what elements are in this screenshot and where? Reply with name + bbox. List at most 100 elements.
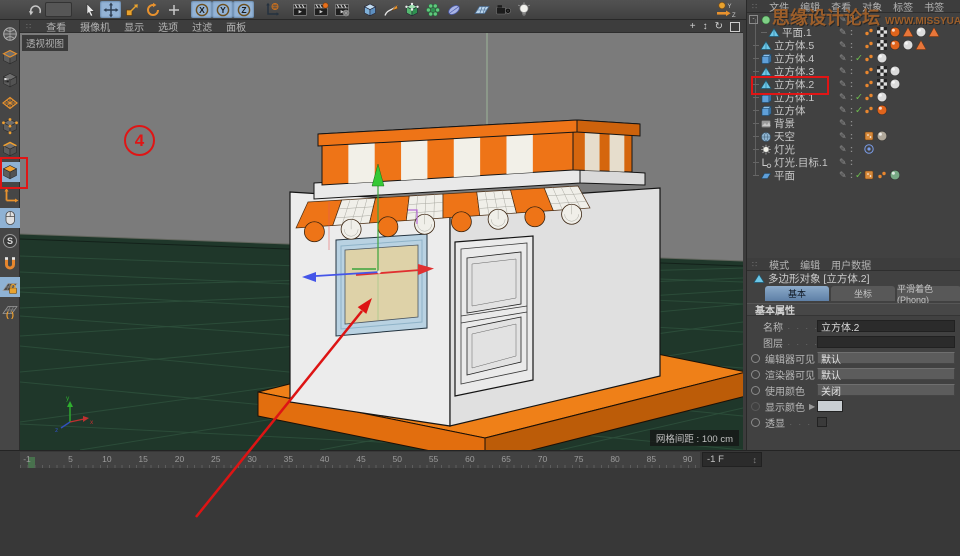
visibility-dots-icon[interactable]: :: [850, 13, 853, 26]
viewport[interactable]: xyz ∷ 查看 摄像机 显示 选项 过滤 面板 + ↕ ↻ 透视视图 网格间距 : 100 c…: [20, 20, 743, 450]
mode-axis-mode-button[interactable]: [0, 185, 20, 205]
visibility-dots-icon[interactable]: :: [850, 78, 853, 91]
tab-phong[interactable]: 平滑着色(Phong): [897, 284, 960, 305]
mode-lock-workplane-button[interactable]: [0, 277, 20, 297]
layer-pencil-icon[interactable]: ✎: [839, 104, 847, 117]
tag-checker-icon[interactable]: [876, 39, 888, 51]
layer-pencil-icon[interactable]: ✎: [839, 169, 847, 182]
expand-arrow-icon[interactable]: ▶: [809, 402, 815, 411]
tag-ball-icon[interactable]: [876, 52, 888, 64]
tag-ball-icon[interactable]: [889, 65, 901, 77]
layer-pencil-icon[interactable]: ✎: [839, 39, 847, 52]
toolbar-environment-button[interactable]: [471, 1, 492, 18]
timeline-end-spinner[interactable]: -1 F ↕: [702, 452, 762, 467]
tag-checker-icon[interactable]: [876, 78, 888, 90]
toolbar-undo-button[interactable]: [24, 1, 45, 18]
visibility-dots-icon[interactable]: :: [850, 117, 853, 130]
field-input[interactable]: [817, 336, 955, 348]
attribute-menu-item[interactable]: 用户数据: [831, 257, 871, 272]
tag-tri-icon[interactable]: [902, 26, 914, 38]
tag-ball-icon[interactable]: [876, 104, 888, 116]
animation-dot-icon[interactable]: [751, 417, 760, 427]
layer-pencil-icon[interactable]: ✎: [839, 26, 847, 39]
mode-magnet-button[interactable]: [0, 254, 20, 274]
mode-snap-button[interactable]: S: [0, 231, 20, 251]
toolbar-lock-z-button[interactable]: Z: [233, 1, 254, 18]
tag-dots-icon[interactable]: [863, 39, 875, 51]
viewport-menu-item[interactable]: 面板: [226, 20, 246, 34]
color-swatch[interactable]: [817, 400, 843, 412]
object-name[interactable]: 平面: [774, 168, 795, 183]
mode-quantize-button[interactable]: ( ): [0, 300, 20, 320]
tag-target-icon[interactable]: [863, 143, 875, 155]
field-input[interactable]: 立方体.2: [817, 320, 955, 334]
object-manager-menu-item[interactable]: 对象: [862, 0, 882, 14]
panel-grip-icon[interactable]: ∷: [752, 2, 758, 11]
visibility-dots-icon[interactable]: :: [850, 143, 853, 156]
viewport-3d-scene[interactable]: xyz: [20, 20, 743, 450]
toolbar-generators-button[interactable]: [401, 1, 422, 18]
toolbar-redo-button[interactable]: [45, 2, 72, 17]
zoom-view-icon[interactable]: ↕: [703, 21, 708, 32]
toolbar-deformers-button[interactable]: [443, 1, 464, 18]
tag-sq-icon[interactable]: [863, 130, 875, 142]
layer-pencil-icon[interactable]: ✎: [839, 91, 847, 104]
toolbar-coordinate-system-button[interactable]: [261, 1, 282, 18]
viewport-menu-item[interactable]: 查看: [46, 20, 66, 34]
expander-icon[interactable]: -: [749, 15, 758, 24]
tag-dots-icon[interactable]: [863, 104, 875, 116]
mode-make-editable-button[interactable]: [0, 24, 20, 44]
toolbar-primitive-cube-button[interactable]: [359, 1, 380, 18]
layer-pencil-icon[interactable]: ✎: [839, 117, 847, 130]
attribute-menu-item[interactable]: 模式: [769, 257, 789, 272]
toolbar-render-settings-button[interactable]: [331, 1, 352, 18]
enabled-check-icon[interactable]: ✓: [855, 52, 863, 65]
mode-model-mode-button[interactable]: [0, 47, 20, 67]
layer-pencil-icon[interactable]: ✎: [839, 13, 847, 26]
layer-pencil-icon[interactable]: ✎: [839, 65, 847, 78]
toolbar-lock-y-button[interactable]: Y: [212, 1, 233, 18]
panel-grip-icon[interactable]: ∷: [26, 22, 32, 31]
panel-grip-icon[interactable]: ∷: [752, 260, 758, 269]
tag-dots-icon[interactable]: [876, 169, 888, 181]
object-row[interactable]: - ✎:: [747, 13, 960, 26]
viewport-menu-item[interactable]: 显示: [124, 20, 144, 34]
tag-ball-icon[interactable]: [915, 26, 927, 38]
tab-basic[interactable]: 基本: [765, 286, 829, 301]
toolbar-camera-button[interactable]: [492, 1, 513, 18]
tag-ball-icon[interactable]: [889, 39, 901, 51]
object-manager-menu-item[interactable]: 文件: [769, 0, 789, 14]
toolbar-last-tool-button[interactable]: [163, 1, 184, 18]
visibility-dots-icon[interactable]: :: [850, 104, 853, 117]
visibility-dots-icon[interactable]: :: [850, 169, 853, 182]
visibility-dots-icon[interactable]: :: [850, 39, 853, 52]
field-dropdown[interactable]: 默认: [817, 368, 955, 382]
animation-dot-icon[interactable]: [751, 401, 760, 411]
tag-ball-icon[interactable]: [889, 78, 901, 90]
visibility-dots-icon[interactable]: :: [850, 91, 853, 104]
visibility-dots-icon[interactable]: :: [850, 52, 853, 65]
toolbar-render-view-button[interactable]: [289, 1, 310, 18]
toolbar-selection-button[interactable]: [79, 1, 100, 18]
layer-pencil-icon[interactable]: ✎: [839, 130, 847, 143]
viewport-menu-item[interactable]: 摄像机: [80, 20, 110, 34]
tag-ball-icon[interactable]: [902, 39, 914, 51]
animation-dot-icon[interactable]: [751, 353, 760, 363]
field-dropdown[interactable]: 关闭: [817, 384, 955, 398]
toolbar-modeling-button[interactable]: [422, 1, 443, 18]
tag-ball-icon[interactable]: [876, 91, 888, 103]
visibility-dots-icon[interactable]: :: [850, 156, 853, 169]
tag-dots-icon[interactable]: [863, 52, 875, 64]
layer-pencil-icon[interactable]: ✎: [839, 78, 847, 91]
toolbar-lock-x-button[interactable]: X: [191, 1, 212, 18]
tag-ball-icon[interactable]: [876, 130, 888, 142]
toolbar-light-button[interactable]: [513, 1, 534, 18]
toggle-view-icon[interactable]: [730, 21, 740, 32]
visibility-dots-icon[interactable]: :: [850, 65, 853, 78]
mode-viewport-solo-button[interactable]: [0, 208, 20, 228]
visibility-dots-icon[interactable]: :: [850, 130, 853, 143]
toolbar-rotate-button[interactable]: [142, 1, 163, 18]
object-manager-menu-item[interactable]: 标签: [893, 0, 913, 14]
layer-pencil-icon[interactable]: ✎: [839, 156, 847, 169]
visibility-dots-icon[interactable]: :: [850, 26, 853, 39]
